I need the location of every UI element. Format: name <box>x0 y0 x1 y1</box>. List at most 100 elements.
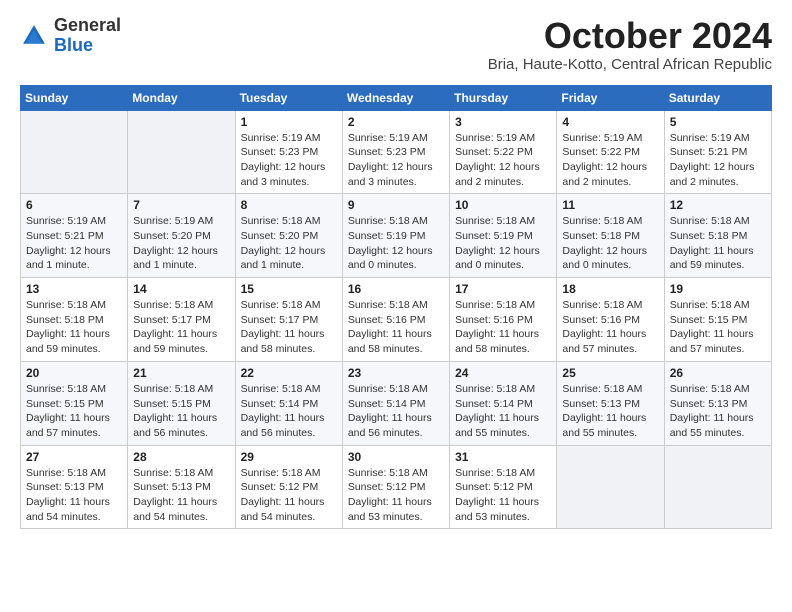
day-number: 21 <box>133 366 229 380</box>
day-number: 31 <box>455 450 551 464</box>
calendar-cell: 29Sunrise: 5:18 AM Sunset: 5:12 PM Dayli… <box>235 445 342 529</box>
logo-general-text: General <box>54 15 121 35</box>
calendar-cell: 30Sunrise: 5:18 AM Sunset: 5:12 PM Dayli… <box>342 445 449 529</box>
day-info: Sunrise: 5:18 AM Sunset: 5:19 PM Dayligh… <box>455 214 551 273</box>
calendar-cell: 19 Sunrise: 5:18 AM Sunset: 5:15 PM Dayli… <box>664 278 771 362</box>
day-info: Sunrise: 5:19 AM Sunset: 5:22 PM Dayligh… <box>562 131 658 190</box>
calendar-cell: 17 Sunrise: 5:18 AM Sunset: 5:16 PM Dayli… <box>450 278 557 362</box>
day-info: Sunrise: 5:19 AM Sunset: 5:21 PM Dayligh… <box>670 131 766 190</box>
day-number: 13 <box>26 282 122 296</box>
calendar-cell: 22 Sunrise: 5:18 AM Sunset: 5:14 PM Dayli… <box>235 361 342 445</box>
day-number: 10 <box>455 198 551 212</box>
calendar-cell <box>664 445 771 529</box>
day-info: Sunrise: 5:18 AM Sunset: 5:19 PM Dayligh… <box>348 214 444 273</box>
calendar-cell: 8 Sunrise: 5:18 AM Sunset: 5:20 PM Daylig… <box>235 194 342 278</box>
day-info: Sunrise: 5:18 AM Sunset: 5:14 PM Dayligh… <box>241 382 337 441</box>
weekday-header-friday: Friday <box>557 85 664 110</box>
day-info: Sunrise: 5:18 AM Sunset: 5:12 PM Dayligh… <box>241 466 337 525</box>
weekday-header-wednesday: Wednesday <box>342 85 449 110</box>
calendar-table: SundayMondayTuesdayWednesdayThursdayFrid… <box>20 85 772 530</box>
calendar-cell <box>557 445 664 529</box>
weekday-header-row: SundayMondayTuesdayWednesdayThursdayFrid… <box>21 85 772 110</box>
day-number: 30 <box>348 450 444 464</box>
day-info: Sunrise: 5:18 AM Sunset: 5:12 PM Dayligh… <box>455 466 551 525</box>
day-info: Sunrise: 5:18 AM Sunset: 5:18 PM Dayligh… <box>562 214 658 273</box>
calendar-cell: 31 Sunrise: 5:18 AM Sunset: 5:12 PM Dayli… <box>450 445 557 529</box>
calendar-cell: 11 Sunrise: 5:18 AM Sunset: 5:18 PM Dayli… <box>557 194 664 278</box>
calendar-cell: 15 Sunrise: 5:18 AM Sunset: 5:17 PM Dayli… <box>235 278 342 362</box>
calendar-week-1: 1 Sunrise: 5:19 AM Sunset: 5:23 PM Daylig… <box>21 110 772 194</box>
calendar-cell: 26Sunrise: 5:18 AM Sunset: 5:13 PM Dayli… <box>664 361 771 445</box>
day-info: Sunrise: 5:18 AM Sunset: 5:15 PM Dayligh… <box>133 382 229 441</box>
location-subtitle: Bria, Haute-Kotto, Central African Repub… <box>488 56 772 73</box>
day-info: Sunrise: 5:18 AM Sunset: 5:17 PM Dayligh… <box>133 298 229 357</box>
day-number: 17 <box>455 282 551 296</box>
calendar-cell: 10 Sunrise: 5:18 AM Sunset: 5:19 PM Dayli… <box>450 194 557 278</box>
day-number: 20 <box>26 366 122 380</box>
day-number: 8 <box>241 198 337 212</box>
day-info: Sunrise: 5:19 AM Sunset: 5:20 PM Dayligh… <box>133 214 229 273</box>
day-info: Sunrise: 5:19 AM Sunset: 5:21 PM Dayligh… <box>26 214 122 273</box>
day-number: 27 <box>26 450 122 464</box>
logo-icon <box>20 22 48 50</box>
day-info: Sunrise: 5:18 AM Sunset: 5:14 PM Dayligh… <box>348 382 444 441</box>
day-number: 5 <box>670 115 766 129</box>
day-number: 25 <box>562 366 658 380</box>
calendar-cell: 5 Sunrise: 5:19 AM Sunset: 5:21 PM Daylig… <box>664 110 771 194</box>
calendar-cell: 2Sunrise: 5:19 AM Sunset: 5:23 PM Daylig… <box>342 110 449 194</box>
day-number: 18 <box>562 282 658 296</box>
day-number: 24 <box>455 366 551 380</box>
weekday-header-tuesday: Tuesday <box>235 85 342 110</box>
day-info: Sunrise: 5:19 AM Sunset: 5:23 PM Dayligh… <box>241 131 337 190</box>
calendar-cell: 25 Sunrise: 5:18 AM Sunset: 5:13 PM Dayli… <box>557 361 664 445</box>
day-number: 11 <box>562 198 658 212</box>
day-number: 12 <box>670 198 766 212</box>
day-number: 3 <box>455 115 551 129</box>
calendar-cell: 16Sunrise: 5:18 AM Sunset: 5:16 PM Dayli… <box>342 278 449 362</box>
day-number: 28 <box>133 450 229 464</box>
calendar-cell: 3 Sunrise: 5:19 AM Sunset: 5:22 PM Daylig… <box>450 110 557 194</box>
day-info: Sunrise: 5:18 AM Sunset: 5:16 PM Dayligh… <box>562 298 658 357</box>
day-number: 7 <box>133 198 229 212</box>
calendar-week-4: 20 Sunrise: 5:18 AM Sunset: 5:15 PM Dayli… <box>21 361 772 445</box>
calendar-week-3: 13 Sunrise: 5:18 AM Sunset: 5:18 PM Dayli… <box>21 278 772 362</box>
calendar-cell: 18 Sunrise: 5:18 AM Sunset: 5:16 PM Dayli… <box>557 278 664 362</box>
calendar-cell: 12Sunrise: 5:18 AM Sunset: 5:18 PM Dayli… <box>664 194 771 278</box>
page-header: General Blue October 2024 Bria, Haute-Ko… <box>20 16 772 73</box>
day-info: Sunrise: 5:18 AM Sunset: 5:13 PM Dayligh… <box>26 466 122 525</box>
calendar-cell: 23Sunrise: 5:18 AM Sunset: 5:14 PM Dayli… <box>342 361 449 445</box>
day-number: 22 <box>241 366 337 380</box>
calendar-cell: 4Sunrise: 5:19 AM Sunset: 5:22 PM Daylig… <box>557 110 664 194</box>
calendar-cell: 21 Sunrise: 5:18 AM Sunset: 5:15 PM Dayli… <box>128 361 235 445</box>
day-info: Sunrise: 5:18 AM Sunset: 5:18 PM Dayligh… <box>26 298 122 357</box>
day-info: Sunrise: 5:18 AM Sunset: 5:16 PM Dayligh… <box>455 298 551 357</box>
day-number: 19 <box>670 282 766 296</box>
logo-blue-text: Blue <box>54 35 93 55</box>
day-number: 9 <box>348 198 444 212</box>
day-info: Sunrise: 5:19 AM Sunset: 5:23 PM Dayligh… <box>348 131 444 190</box>
day-info: Sunrise: 5:18 AM Sunset: 5:14 PM Dayligh… <box>455 382 551 441</box>
day-info: Sunrise: 5:18 AM Sunset: 5:20 PM Dayligh… <box>241 214 337 273</box>
calendar-cell: 13 Sunrise: 5:18 AM Sunset: 5:18 PM Dayli… <box>21 278 128 362</box>
calendar-cell: 20 Sunrise: 5:18 AM Sunset: 5:15 PM Dayli… <box>21 361 128 445</box>
weekday-header-sunday: Sunday <box>21 85 128 110</box>
calendar-cell: 28Sunrise: 5:18 AM Sunset: 5:13 PM Dayli… <box>128 445 235 529</box>
calendar-cell <box>128 110 235 194</box>
day-info: Sunrise: 5:18 AM Sunset: 5:13 PM Dayligh… <box>562 382 658 441</box>
calendar-week-5: 27 Sunrise: 5:18 AM Sunset: 5:13 PM Dayli… <box>21 445 772 529</box>
day-info: Sunrise: 5:19 AM Sunset: 5:22 PM Dayligh… <box>455 131 551 190</box>
weekday-header-saturday: Saturday <box>664 85 771 110</box>
weekday-header-monday: Monday <box>128 85 235 110</box>
day-info: Sunrise: 5:18 AM Sunset: 5:15 PM Dayligh… <box>26 382 122 441</box>
calendar-cell: 1 Sunrise: 5:19 AM Sunset: 5:23 PM Daylig… <box>235 110 342 194</box>
title-block: October 2024 Bria, Haute-Kotto, Central … <box>488 16 772 73</box>
day-info: Sunrise: 5:18 AM Sunset: 5:17 PM Dayligh… <box>241 298 337 357</box>
day-number: 14 <box>133 282 229 296</box>
day-number: 15 <box>241 282 337 296</box>
weekday-header-thursday: Thursday <box>450 85 557 110</box>
calendar-cell: 14 Sunrise: 5:18 AM Sunset: 5:17 PM Dayli… <box>128 278 235 362</box>
day-info: Sunrise: 5:18 AM Sunset: 5:15 PM Dayligh… <box>670 298 766 357</box>
day-number: 1 <box>241 115 337 129</box>
calendar-cell: 9 Sunrise: 5:18 AM Sunset: 5:19 PM Daylig… <box>342 194 449 278</box>
day-info: Sunrise: 5:18 AM Sunset: 5:16 PM Dayligh… <box>348 298 444 357</box>
